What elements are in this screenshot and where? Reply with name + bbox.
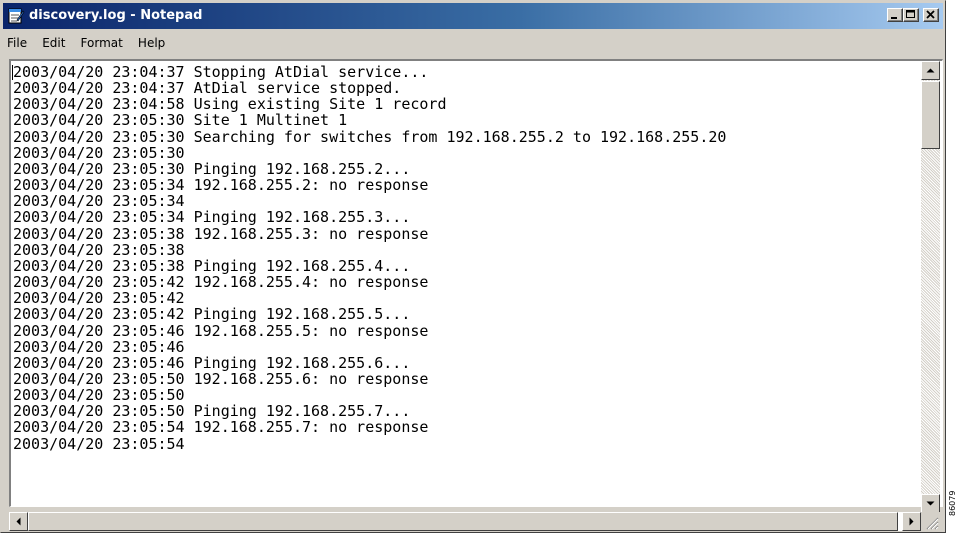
menu-file[interactable]: File xyxy=(3,31,32,50)
title-bar[interactable]: discovery.log - Notepad xyxy=(3,3,943,29)
log-line: 2003/04/20 23:05:34 xyxy=(13,192,185,211)
text-editor[interactable]: 2003/04/20 23:04:37 Stopping AtDial serv… xyxy=(9,59,943,507)
log-line: 2003/04/20 23:05:30 Pinging 192.168.255.… xyxy=(13,159,411,178)
log-line: 2003/04/20 23:05:54 xyxy=(13,434,185,453)
minimize-icon xyxy=(891,17,897,19)
log-line: 2003/04/20 23:05:30 Site 1 Multinet 1 xyxy=(13,111,348,130)
log-line: 2003/04/20 23:05:50 xyxy=(13,386,185,405)
log-line: 2003/04/20 23:05:38 Pinging 192.168.255.… xyxy=(13,256,411,275)
arrow-left-icon xyxy=(16,517,21,526)
log-line: 2003/04/20 23:05:46 192.168.255.5: no re… xyxy=(13,321,429,340)
arrow-down-icon xyxy=(926,501,935,506)
log-line: 2003/04/20 23:05:30 Searching for switch… xyxy=(13,127,727,146)
log-line: 2003/04/20 23:05:30 xyxy=(13,143,185,162)
scroll-down-button[interactable] xyxy=(921,494,940,513)
log-line: 2003/04/20 23:05:42 xyxy=(13,289,185,308)
document-text[interactable]: 2003/04/20 23:04:37 Stopping AtDial serv… xyxy=(13,64,923,504)
resize-grip-icon xyxy=(926,517,939,530)
menu-edit[interactable]: Edit xyxy=(37,31,70,50)
log-line: 2003/04/20 23:05:46 xyxy=(13,337,185,356)
menu-bar: File Edit Format Help xyxy=(3,31,943,55)
vertical-scrollbar[interactable] xyxy=(921,61,940,513)
log-line: 2003/04/20 23:05:42 192.168.255.4: no re… xyxy=(13,273,429,292)
maximize-icon xyxy=(906,10,915,18)
close-button[interactable] xyxy=(923,8,939,22)
log-line: 2003/04/20 23:05:38 xyxy=(13,240,185,259)
log-line: 2003/04/20 23:05:34 192.168.255.2: no re… xyxy=(13,176,429,195)
horizontal-scrollbar[interactable] xyxy=(9,512,921,531)
scroll-right-button[interactable] xyxy=(902,512,921,531)
horizontal-scroll-thumb[interactable] xyxy=(28,512,898,531)
log-line: 2003/04/20 23:04:37 AtDial service stopp… xyxy=(13,79,402,98)
menu-help[interactable]: Help xyxy=(133,31,170,50)
menu-format[interactable]: Format xyxy=(76,31,128,50)
notepad-window: discovery.log - Notepad File Edit Format… xyxy=(0,0,946,533)
log-line: 2003/04/20 23:05:50 Pinging 192.168.255.… xyxy=(13,402,411,421)
maximize-button[interactable] xyxy=(903,8,919,22)
arrow-up-icon xyxy=(926,68,935,73)
log-line: 2003/04/20 23:04:58 Using existing Site … xyxy=(13,95,447,114)
log-line: 2003/04/20 23:05:38 192.168.255.3: no re… xyxy=(13,224,429,243)
close-icon xyxy=(926,10,935,19)
vertical-scroll-thumb[interactable] xyxy=(921,81,940,149)
arrow-right-icon xyxy=(909,517,914,526)
log-line: 2003/04/20 23:05:54 192.168.255.7: no re… xyxy=(13,418,429,437)
log-line: 2003/04/20 23:05:34 Pinging 192.168.255.… xyxy=(13,208,411,227)
log-line: 2003/04/20 23:04:37 Stopping AtDial serv… xyxy=(13,64,429,81)
scroll-up-button[interactable] xyxy=(921,61,940,80)
log-line: 2003/04/20 23:05:42 Pinging 192.168.255.… xyxy=(13,305,411,324)
minimize-button[interactable] xyxy=(887,8,903,22)
notepad-icon[interactable] xyxy=(7,8,25,24)
window-title: discovery.log - Notepad xyxy=(29,8,203,23)
resize-grip[interactable] xyxy=(921,512,940,531)
log-line: 2003/04/20 23:05:50 192.168.255.6: no re… xyxy=(13,369,429,388)
log-line: 2003/04/20 23:05:46 Pinging 192.168.255.… xyxy=(13,353,411,372)
scroll-left-button[interactable] xyxy=(9,512,28,531)
figure-number: 86079 xyxy=(948,490,957,516)
